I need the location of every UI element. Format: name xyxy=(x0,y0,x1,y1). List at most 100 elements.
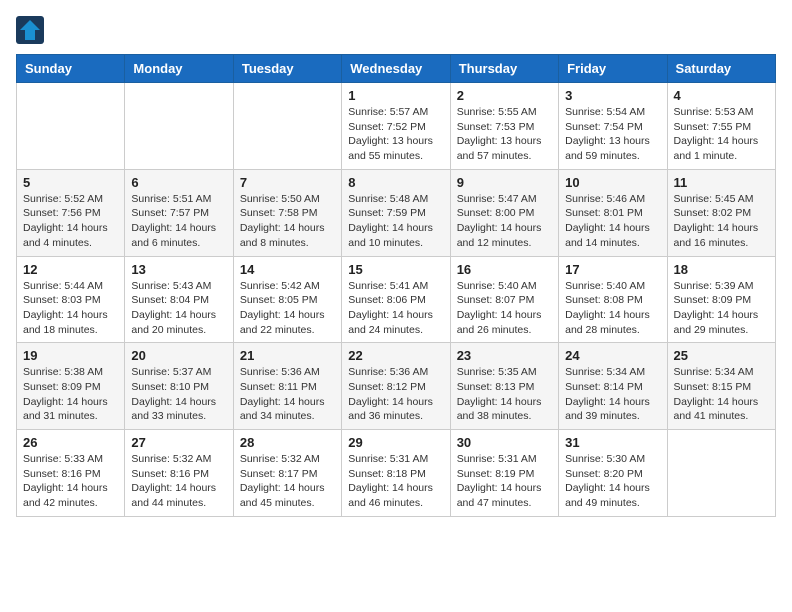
day-number: 14 xyxy=(240,262,335,277)
weekday-monday: Monday xyxy=(125,55,233,83)
day-info: Sunrise: 5:32 AM Sunset: 8:17 PM Dayligh… xyxy=(240,452,335,511)
day-info: Sunrise: 5:36 AM Sunset: 8:11 PM Dayligh… xyxy=(240,365,335,424)
day-cell: 26Sunrise: 5:33 AM Sunset: 8:16 PM Dayli… xyxy=(17,430,125,517)
day-cell: 18 Sunrise: 5:39 AM Sunset: 8:09 PM Dayli… xyxy=(667,256,775,343)
day-cell: 7 Sunrise: 5:50 AM Sunset: 7:58 PM Daylig… xyxy=(233,169,341,256)
day-info: Sunrise: 5:48 AM Sunset: 7:59 PM Dayligh… xyxy=(348,192,443,251)
day-number: 5 xyxy=(23,175,118,190)
day-number: 8 xyxy=(348,175,443,190)
day-info: Sunrise: 5:35 AM Sunset: 8:13 PM Dayligh… xyxy=(457,365,552,424)
day-number: 20 xyxy=(131,348,226,363)
day-info: Sunrise: 5:40 AM Sunset: 8:08 PM Dayligh… xyxy=(565,279,660,338)
day-number: 26 xyxy=(23,435,118,450)
day-cell: 21 Sunrise: 5:36 AM Sunset: 8:11 PM Dayli… xyxy=(233,343,341,430)
day-cell xyxy=(17,83,125,170)
day-cell: 19 Sunrise: 5:38 AM Sunset: 8:09 PM Dayli… xyxy=(17,343,125,430)
weekday-wednesday: Wednesday xyxy=(342,55,450,83)
day-cell xyxy=(667,430,775,517)
day-number: 18 xyxy=(674,262,769,277)
week-row-5: 26Sunrise: 5:33 AM Sunset: 8:16 PM Dayli… xyxy=(17,430,776,517)
day-cell: 8 Sunrise: 5:48 AM Sunset: 7:59 PM Daylig… xyxy=(342,169,450,256)
day-cell: 12 Sunrise: 5:44 AM Sunset: 8:03 PM Dayli… xyxy=(17,256,125,343)
day-number: 29 xyxy=(348,435,443,450)
day-info: Sunrise: 5:36 AM Sunset: 8:12 PM Dayligh… xyxy=(348,365,443,424)
day-number: 7 xyxy=(240,175,335,190)
day-info: Sunrise: 5:32 AM Sunset: 8:16 PM Dayligh… xyxy=(131,452,226,511)
week-row-4: 19 Sunrise: 5:38 AM Sunset: 8:09 PM Dayli… xyxy=(17,343,776,430)
day-cell: 14 Sunrise: 5:42 AM Sunset: 8:05 PM Dayli… xyxy=(233,256,341,343)
weekday-thursday: Thursday xyxy=(450,55,558,83)
day-cell: 29 Sunrise: 5:31 AM Sunset: 8:18 PM Dayli… xyxy=(342,430,450,517)
day-info: Sunrise: 5:34 AM Sunset: 8:15 PM Dayligh… xyxy=(674,365,769,424)
weekday-friday: Friday xyxy=(559,55,667,83)
day-cell: 6 Sunrise: 5:51 AM Sunset: 7:57 PM Daylig… xyxy=(125,169,233,256)
day-info: Sunrise: 5:42 AM Sunset: 8:05 PM Dayligh… xyxy=(240,279,335,338)
day-info: Sunrise: 5:39 AM Sunset: 8:09 PM Dayligh… xyxy=(674,279,769,338)
week-row-3: 12 Sunrise: 5:44 AM Sunset: 8:03 PM Dayli… xyxy=(17,256,776,343)
day-info: Sunrise: 5:55 AM Sunset: 7:53 PM Dayligh… xyxy=(457,105,552,164)
day-info: Sunrise: 5:34 AM Sunset: 8:14 PM Dayligh… xyxy=(565,365,660,424)
weekday-tuesday: Tuesday xyxy=(233,55,341,83)
day-number: 21 xyxy=(240,348,335,363)
day-cell: 3 Sunrise: 5:54 AM Sunset: 7:54 PM Daylig… xyxy=(559,83,667,170)
day-cell: 5 Sunrise: 5:52 AM Sunset: 7:56 PM Daylig… xyxy=(17,169,125,256)
day-info: Sunrise: 5:31 AM Sunset: 8:18 PM Dayligh… xyxy=(348,452,443,511)
day-info: Sunrise: 5:57 AM Sunset: 7:52 PM Dayligh… xyxy=(348,105,443,164)
day-info: Sunrise: 5:41 AM Sunset: 8:06 PM Dayligh… xyxy=(348,279,443,338)
day-number: 9 xyxy=(457,175,552,190)
day-info: Sunrise: 5:43 AM Sunset: 8:04 PM Dayligh… xyxy=(131,279,226,338)
day-info: Sunrise: 5:44 AM Sunset: 8:03 PM Dayligh… xyxy=(23,279,118,338)
day-cell: 9 Sunrise: 5:47 AM Sunset: 8:00 PM Daylig… xyxy=(450,169,558,256)
day-info: Sunrise: 5:40 AM Sunset: 8:07 PM Dayligh… xyxy=(457,279,552,338)
day-info: Sunrise: 5:46 AM Sunset: 8:01 PM Dayligh… xyxy=(565,192,660,251)
day-cell: 27Sunrise: 5:32 AM Sunset: 8:16 PM Dayli… xyxy=(125,430,233,517)
day-cell: 15 Sunrise: 5:41 AM Sunset: 8:06 PM Dayli… xyxy=(342,256,450,343)
day-cell: 4 Sunrise: 5:53 AM Sunset: 7:55 PM Daylig… xyxy=(667,83,775,170)
day-cell: 24 Sunrise: 5:34 AM Sunset: 8:14 PM Dayli… xyxy=(559,343,667,430)
day-cell: 17 Sunrise: 5:40 AM Sunset: 8:08 PM Dayli… xyxy=(559,256,667,343)
day-info: Sunrise: 5:53 AM Sunset: 7:55 PM Dayligh… xyxy=(674,105,769,164)
day-number: 13 xyxy=(131,262,226,277)
day-number: 15 xyxy=(348,262,443,277)
day-cell: 13 Sunrise: 5:43 AM Sunset: 8:04 PM Dayli… xyxy=(125,256,233,343)
day-cell: 16 Sunrise: 5:40 AM Sunset: 8:07 PM Dayli… xyxy=(450,256,558,343)
day-info: Sunrise: 5:38 AM Sunset: 8:09 PM Dayligh… xyxy=(23,365,118,424)
day-cell: 30 Sunrise: 5:31 AM Sunset: 8:19 PM Dayli… xyxy=(450,430,558,517)
day-number: 10 xyxy=(565,175,660,190)
day-cell: 25Sunrise: 5:34 AM Sunset: 8:15 PM Dayli… xyxy=(667,343,775,430)
day-cell: 1 Sunrise: 5:57 AM Sunset: 7:52 PM Daylig… xyxy=(342,83,450,170)
week-row-2: 5 Sunrise: 5:52 AM Sunset: 7:56 PM Daylig… xyxy=(17,169,776,256)
logo xyxy=(16,16,46,44)
logo-icon xyxy=(16,16,44,44)
day-cell: 22 Sunrise: 5:36 AM Sunset: 8:12 PM Dayli… xyxy=(342,343,450,430)
day-info: Sunrise: 5:50 AM Sunset: 7:58 PM Dayligh… xyxy=(240,192,335,251)
day-number: 17 xyxy=(565,262,660,277)
day-number: 3 xyxy=(565,88,660,103)
calendar-table: SundayMondayTuesdayWednesdayThursdayFrid… xyxy=(16,54,776,517)
day-number: 31 xyxy=(565,435,660,450)
day-number: 6 xyxy=(131,175,226,190)
day-number: 1 xyxy=(348,88,443,103)
day-info: Sunrise: 5:51 AM Sunset: 7:57 PM Dayligh… xyxy=(131,192,226,251)
day-number: 30 xyxy=(457,435,552,450)
day-info: Sunrise: 5:52 AM Sunset: 7:56 PM Dayligh… xyxy=(23,192,118,251)
day-number: 24 xyxy=(565,348,660,363)
day-number: 16 xyxy=(457,262,552,277)
day-cell: 28 Sunrise: 5:32 AM Sunset: 8:17 PM Dayli… xyxy=(233,430,341,517)
day-cell: 31 Sunrise: 5:30 AM Sunset: 8:20 PM Dayli… xyxy=(559,430,667,517)
day-info: Sunrise: 5:30 AM Sunset: 8:20 PM Dayligh… xyxy=(565,452,660,511)
day-cell: 10 Sunrise: 5:46 AM Sunset: 8:01 PM Dayli… xyxy=(559,169,667,256)
page-header xyxy=(16,16,776,44)
day-number: 11 xyxy=(674,175,769,190)
day-number: 4 xyxy=(674,88,769,103)
day-number: 28 xyxy=(240,435,335,450)
day-info: Sunrise: 5:54 AM Sunset: 7:54 PM Dayligh… xyxy=(565,105,660,164)
week-row-1: 1 Sunrise: 5:57 AM Sunset: 7:52 PM Daylig… xyxy=(17,83,776,170)
day-number: 22 xyxy=(348,348,443,363)
day-info: Sunrise: 5:47 AM Sunset: 8:00 PM Dayligh… xyxy=(457,192,552,251)
day-number: 12 xyxy=(23,262,118,277)
day-info: Sunrise: 5:31 AM Sunset: 8:19 PM Dayligh… xyxy=(457,452,552,511)
day-number: 23 xyxy=(457,348,552,363)
day-number: 19 xyxy=(23,348,118,363)
day-cell xyxy=(125,83,233,170)
